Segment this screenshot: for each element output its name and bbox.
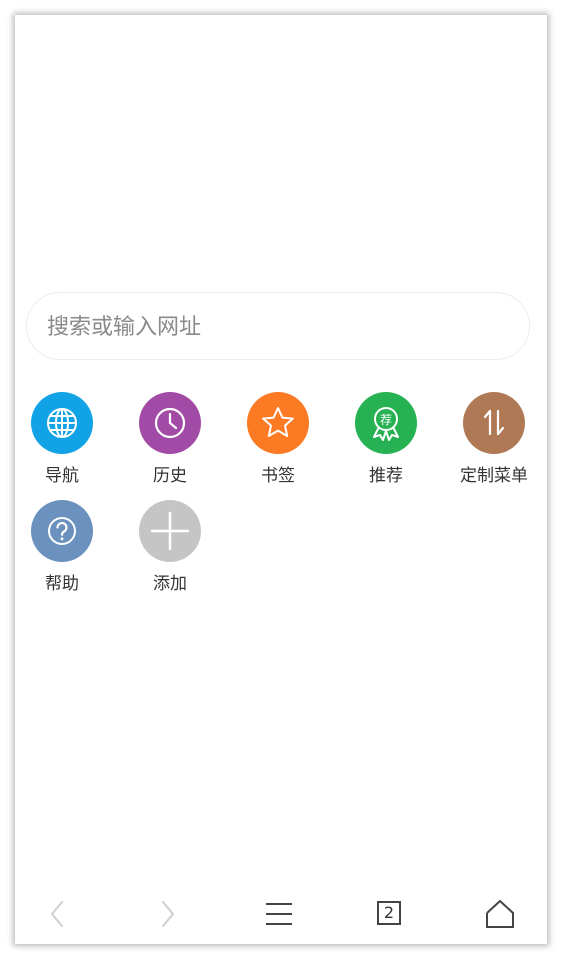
home-button[interactable]	[480, 897, 520, 931]
menu-button[interactable]	[259, 897, 299, 931]
shortcut-navigation-circle	[31, 392, 93, 454]
search-input[interactable]	[45, 293, 519, 361]
shortcut-help-circle	[31, 500, 93, 562]
shortcut-label: 历史	[153, 466, 187, 486]
shortcut-custom-menu[interactable]: 定制菜单	[440, 392, 548, 492]
shortcut-label: 导航	[45, 466, 79, 486]
question-icon	[48, 517, 76, 545]
back-button[interactable]	[37, 897, 77, 931]
shortcut-custom-menu-circle	[463, 392, 525, 454]
search-bar[interactable]	[26, 292, 530, 361]
shortcut-history[interactable]: 历史	[116, 392, 224, 492]
bottom-toolbar: 2	[15, 885, 547, 944]
shortcut-bookmarks-circle	[247, 392, 309, 454]
shortcut-help[interactable]: 帮助	[8, 500, 116, 600]
award-ribbon-icon: 荐	[373, 407, 399, 441]
chevron-right-icon	[162, 901, 174, 927]
home-icon	[486, 899, 514, 928]
star-icon	[262, 407, 294, 437]
shortcut-navigation[interactable]: 导航	[8, 392, 116, 492]
shortcut-label: 定制菜单	[460, 466, 528, 486]
recommend-icon-glyph: 荐	[380, 413, 392, 427]
hamburger-menu-icon	[266, 903, 292, 925]
shortcut-label: 推荐	[369, 466, 403, 486]
shortcut-recommend[interactable]: 荐 推荐	[332, 392, 440, 492]
chevron-left-icon	[51, 901, 63, 927]
forward-button[interactable]	[148, 897, 188, 931]
shortcut-bookmarks[interactable]: 书签	[224, 392, 332, 492]
plus-icon	[150, 511, 190, 551]
shortcut-history-circle	[139, 392, 201, 454]
tab-count-badge: 2	[377, 901, 401, 925]
clock-icon	[154, 407, 186, 439]
globe-icon	[47, 408, 77, 438]
shortcut-add-circle	[139, 500, 201, 562]
shortcut-label: 帮助	[45, 574, 79, 594]
shortcut-label: 添加	[153, 574, 187, 594]
shortcut-recommend-circle: 荐	[355, 392, 417, 454]
shortcut-label: 书签	[261, 466, 295, 486]
tabs-button[interactable]: 2	[369, 897, 409, 931]
shortcut-add[interactable]: 添加	[116, 500, 224, 600]
browser-start-page: 导航 历史 书签	[15, 15, 547, 944]
swap-arrows-icon	[483, 409, 505, 436]
